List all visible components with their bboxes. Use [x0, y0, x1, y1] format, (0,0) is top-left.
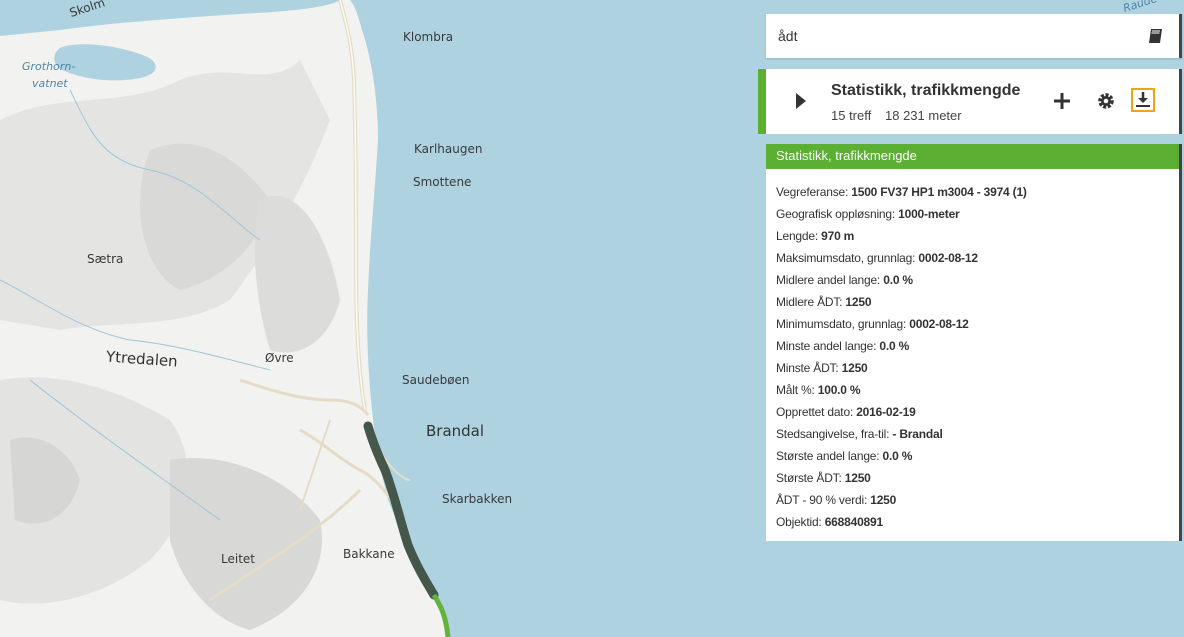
place-klombra: Klombra [403, 30, 454, 44]
info-row: ÅDT - 90 % verdi: 1250 [776, 493, 897, 507]
info-row: Maksimumsdato, grunnlag: 0002-08-12 [776, 251, 978, 265]
info-row: Midlere andel lange: 0.0 % [776, 273, 913, 287]
info-row: Objektid: 668840891 [776, 515, 883, 529]
place-leitet: Leitet [221, 552, 255, 566]
info-row: Geografisk oppløsning: 1000-meter [776, 207, 960, 221]
place-vatnet: vatnet [32, 77, 68, 90]
info-row: Stedsangivelse, fra-til: - Brandal [776, 427, 943, 441]
info-row: Opprettet dato: 2016-02-19 [776, 405, 916, 419]
place-saetra: Sætra [87, 252, 124, 266]
place-smottene: Smottene [413, 175, 472, 189]
place-skarbakken: Skarbakken [442, 492, 513, 506]
place-karlhaugen: Karlhaugen [414, 142, 483, 156]
info-row: Største andel lange: 0.0 % [776, 449, 913, 463]
place-brandal: Brandal [426, 422, 485, 440]
result-length: 18 231 meter [885, 108, 962, 123]
book-icon[interactable] [1147, 27, 1165, 45]
info-row: Vegreferanse: 1500 FV37 HP1 m3004 - 3974… [776, 185, 1027, 199]
info-row: Målt %: 100.0 % [776, 383, 861, 397]
info-row: Minste ÅDT: 1250 [776, 361, 868, 375]
play-icon[interactable] [796, 93, 806, 109]
place-grothorn: Grothorn- [22, 60, 76, 73]
search-box [766, 14, 1182, 58]
download-icon[interactable] [1131, 88, 1155, 112]
info-row: Minste andel lange: 0.0 % [776, 339, 910, 353]
place-ovre: Øvre [265, 351, 294, 365]
info-title: Statistikk, trafikkmengde [766, 144, 1179, 169]
place-bakkane: Bakkane [343, 547, 395, 561]
info-row: Lengde: 970 m [776, 229, 855, 243]
info-row: Største ÅDT: 1250 [776, 471, 871, 485]
result-panel: Statistikk, trafikkmengde 15 treff 18 23… [758, 69, 1182, 134]
info-row: Minimumsdato, grunnlag: 0002-08-12 [776, 317, 969, 331]
info-panel: Statistikk, trafikkmengde Vegreferanse: … [766, 144, 1182, 541]
place-saudeboen: Saudebøen [402, 373, 470, 387]
result-title: Statistikk, trafikkmengde [831, 82, 1021, 99]
info-rows: Vegreferanse: 1500 FV37 HP1 m3004 - 3974… [766, 169, 1179, 533]
search-input[interactable] [778, 25, 1138, 47]
gear-icon[interactable] [1094, 89, 1118, 113]
result-count: 15 treff [831, 108, 872, 123]
plus-icon[interactable] [1050, 89, 1074, 113]
info-row: Midlere ÅDT: 1250 [776, 295, 872, 309]
